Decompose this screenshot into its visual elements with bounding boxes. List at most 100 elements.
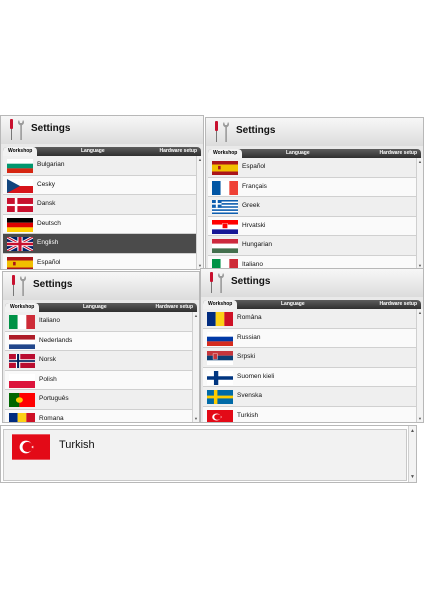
settings-panel: Settings Workshop Language Hardware setup Ro…: [200, 268, 424, 423]
romania-flag-icon: [207, 312, 233, 326]
tab-workshop[interactable]: Workshop: [3, 147, 38, 156]
scroll-up-icon[interactable]: ▲: [197, 157, 203, 162]
language-label: Español: [37, 258, 61, 266]
language-item[interactable]: Suomen kieli: [203, 367, 417, 387]
language-item[interactable]: Greek: [208, 197, 417, 217]
scroll-up-icon[interactable]: ▲: [417, 310, 423, 315]
romania-flag-icon: [9, 412, 35, 422]
language-item[interactable]: Cesky: [3, 175, 197, 195]
serbia-flag-icon: [207, 351, 233, 365]
scroll-up-icon[interactable]: ▲: [409, 428, 416, 434]
scroll-up-icon[interactable]: ▲: [417, 159, 423, 164]
language-label: Turkish: [59, 439, 95, 451]
language-label: Srpski: [237, 353, 256, 360]
settings-panel: Settings Workshop Language Hardware setup It…: [2, 271, 200, 423]
language-item[interactable]: Bulgarian: [3, 156, 197, 176]
settings-tools-icon: [215, 121, 229, 142]
language-label: Italiano: [39, 317, 60, 324]
language-item[interactable]: Romana: [5, 409, 193, 422]
language-item[interactable]: Deutsch: [3, 214, 197, 234]
language-item[interactable]: Polish: [5, 370, 193, 390]
scroll-down-icon[interactable]: ▼: [417, 416, 423, 421]
language-item[interactable]: Norsk: [5, 351, 193, 371]
page-title: Settings: [33, 279, 73, 290]
finland-flag-icon: [207, 370, 233, 385]
tab-language[interactable]: Language: [81, 147, 105, 156]
language-item[interactable]: Italiano: [208, 255, 417, 269]
language-item[interactable]: Russian: [203, 328, 417, 348]
scrollbar[interactable]: ▲ ▼: [196, 156, 203, 269]
language-item[interactable]: Turkish: [203, 406, 417, 422]
language-item[interactable]: English: [3, 234, 197, 254]
turkey-flag-icon: [207, 409, 233, 422]
language-item[interactable]: Português: [5, 390, 193, 410]
language-list: Româna Russian Srpski Suomen kieli Svenska Tu…: [203, 309, 417, 422]
language-label: Nederlands: [39, 336, 73, 344]
settings-title-bar: Settings: [201, 269, 423, 297]
scrollbar[interactable]: ▲ ▼: [408, 426, 416, 482]
tab-language[interactable]: Language: [281, 300, 305, 309]
settings-title-bar: Settings: [206, 118, 423, 146]
tab-bar: Workshop Language Hardware setup: [203, 300, 421, 309]
czech-flag-icon: [7, 178, 33, 193]
tab-bar: Workshop Language Hardware setup: [3, 147, 201, 156]
sweden-flag-icon: [207, 390, 233, 404]
language-label: Polish: [39, 375, 57, 383]
language-item[interactable]: Hungarian: [208, 236, 417, 256]
tab-workshop[interactable]: Workshop: [208, 149, 243, 158]
page-title: Settings: [31, 123, 71, 134]
settings-tools-icon: [210, 272, 224, 293]
language-item[interactable]: Español: [3, 253, 197, 269]
language-list: Bulgarian Cesky Dansk Deutsch English Español: [3, 156, 197, 269]
page-title: Settings: [231, 276, 271, 287]
scrollbar[interactable]: ▲ ▼: [192, 312, 199, 422]
language-label: Turkish: [237, 411, 259, 419]
language-item[interactable]: Hrvatski: [208, 216, 417, 236]
language-label: Bulgarian: [37, 161, 65, 168]
scroll-down-icon[interactable]: ▼: [193, 416, 199, 421]
language-item[interactable]: Dansk: [3, 195, 197, 215]
scroll-down-icon[interactable]: ▼: [409, 474, 416, 480]
scroll-up-icon[interactable]: ▲: [193, 313, 199, 318]
norway-flag-icon: [9, 354, 35, 368]
tab-hardware-setup[interactable]: Hardware setup: [155, 303, 193, 312]
language-label: English: [37, 239, 59, 246]
tab-language[interactable]: Language: [286, 149, 310, 158]
language-item[interactable]: Svenska: [203, 387, 417, 407]
language-label: Româna: [237, 314, 262, 321]
tab-language[interactable]: Language: [83, 303, 107, 312]
scrollbar[interactable]: ▲ ▼: [416, 309, 423, 422]
language-label: Italiano: [242, 260, 263, 268]
page-title: Settings: [236, 125, 276, 136]
language-item[interactable]: Italiano: [5, 312, 193, 332]
settings-panel: Settings Workshop Language Hardware setup Bu…: [0, 115, 204, 270]
featured-language-panel: Turkish ▲ ▼: [0, 425, 417, 483]
tab-hardware-setup[interactable]: Hardware setup: [379, 300, 417, 309]
russia-flag-icon: [207, 331, 233, 346]
language-item[interactable]: Nederlands: [5, 331, 193, 351]
language-item[interactable]: Româna: [203, 309, 417, 329]
language-list: Italiano Nederlands Norsk Polish Português Ro…: [5, 312, 193, 422]
tab-workshop[interactable]: Workshop: [203, 300, 238, 309]
language-list: Español Français Greek Hrvatski Hungarian Ita…: [208, 158, 417, 269]
croatia-flag-icon: [212, 219, 238, 234]
netherlands-flag-icon: [9, 334, 35, 349]
tab-bar: Workshop Language Hardware setup: [208, 149, 421, 158]
scrollbar[interactable]: ▲ ▼: [416, 158, 423, 269]
tab-hardware-setup[interactable]: Hardware setup: [379, 149, 417, 158]
language-item[interactable]: Srpski: [203, 348, 417, 368]
language-label: Português: [39, 395, 69, 402]
tab-workshop[interactable]: Workshop: [5, 303, 40, 312]
denmark-flag-icon: [7, 198, 33, 212]
language-label: Norsk: [39, 356, 56, 363]
language-item-featured[interactable]: Turkish: [3, 429, 407, 481]
language-label: Svenska: [237, 392, 262, 399]
language-label: Français: [242, 182, 267, 190]
settings-tools-icon: [12, 275, 27, 296]
language-item[interactable]: Español: [208, 158, 417, 178]
spain-flag-icon: [7, 256, 33, 269]
turkey-flag-icon: [12, 434, 50, 460]
tab-hardware-setup[interactable]: Hardware setup: [159, 147, 197, 156]
language-item[interactable]: Français: [208, 177, 417, 197]
hungary-flag-icon: [212, 239, 238, 253]
